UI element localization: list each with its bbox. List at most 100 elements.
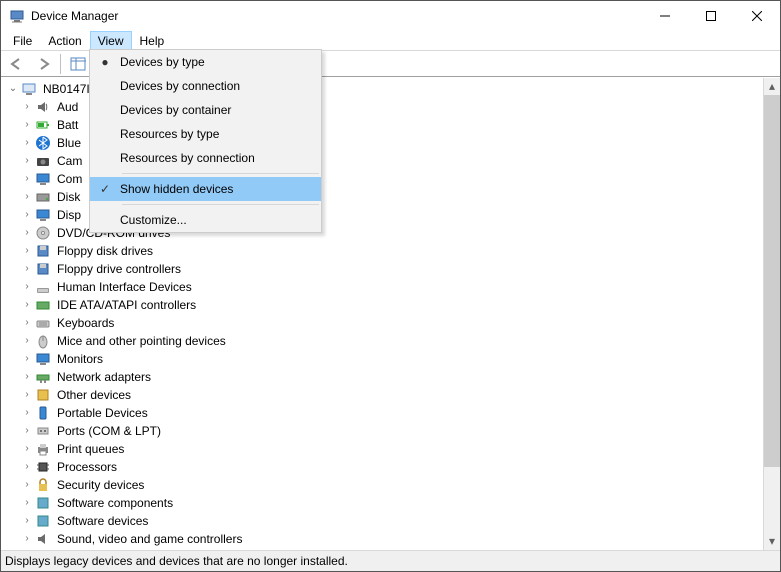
menu-help[interactable]: Help [132,31,173,50]
expander-icon[interactable]: › [19,101,35,112]
show-hide-tree-button[interactable] [66,53,90,75]
menu-resources-by-connection[interactable]: Resources by connection [90,146,321,170]
tree-item[interactable]: ›Software components [1,494,763,512]
close-button[interactable] [734,1,780,31]
expander-icon[interactable]: › [19,407,35,418]
tree-item-label: Print queues [55,442,126,456]
maximize-button[interactable] [688,1,734,31]
expander-icon[interactable]: › [19,299,35,310]
menu-item-label: Show hidden devices [120,182,233,196]
battery-icon [35,117,51,133]
expander-icon[interactable]: › [19,353,35,364]
expander-icon[interactable]: › [19,479,35,490]
tree-item[interactable]: › Processors [1,458,763,476]
tree-item-label: Disp [55,208,83,222]
minimize-button[interactable] [642,1,688,31]
menu-devices-by-connection[interactable]: Devices by connection [90,74,321,98]
expander-icon[interactable]: › [19,191,35,202]
tree-item[interactable]: › Floppy disk drives [1,242,763,260]
menu-show-hidden-devices[interactable]: ✓Show hidden devices [90,177,321,201]
menu-item-label: Devices by connection [120,79,240,93]
back-button[interactable] [5,53,29,75]
expander-icon[interactable]: › [19,209,35,220]
statusbar: Displays legacy devices and devices that… [1,550,780,571]
tree-item-label: Batt [55,118,80,132]
bluetooth-icon [35,135,51,151]
floppy-icon [35,243,51,259]
tree-item-label: Other devices [55,388,133,402]
tree-item-label: IDE ATA/ATAPI controllers [55,298,198,312]
menu-customize[interactable]: Customize... [90,208,321,232]
expander-icon[interactable]: › [19,389,35,400]
tree-item[interactable]: ›Software devices [1,512,763,530]
tree-item[interactable]: › Print queues [1,440,763,458]
display-icon [35,207,51,223]
tree-item-label: Floppy disk drives [55,244,155,258]
tree-item-label: Human Interface Devices [55,280,194,294]
menu-view[interactable]: View [90,31,132,50]
security-icon [35,477,51,493]
tree-item-label: Monitors [55,352,105,366]
expander-icon[interactable]: › [19,317,35,328]
menu-action[interactable]: Action [40,31,89,50]
forward-button[interactable] [31,53,55,75]
tree-item[interactable]: ›Portable Devices [1,404,763,422]
menu-resources-by-type[interactable]: Resources by type [90,122,321,146]
expander-icon[interactable]: › [19,227,35,238]
tree-item[interactable]: › Security devices [1,476,763,494]
expander-icon[interactable]: › [19,515,35,526]
scroll-down-button[interactable]: ▾ [764,533,780,550]
tree-item[interactable]: ›Ports (COM & LPT) [1,422,763,440]
vertical-scrollbar[interactable]: ▴ ▾ [763,78,780,550]
tree-item-label: Security devices [55,478,146,492]
scroll-track[interactable] [764,95,780,533]
expander-icon[interactable]: › [19,335,35,346]
expander-icon[interactable]: ⌄ [5,83,21,94]
scroll-thumb[interactable] [764,95,780,467]
expander-icon[interactable]: › [19,425,35,436]
expander-icon[interactable]: › [19,281,35,292]
tree-item-label: Cam [55,154,84,168]
tree-item[interactable]: ›Mice and other pointing devices [1,332,763,350]
camera-icon [35,153,51,169]
expander-icon[interactable]: › [19,461,35,472]
expander-icon[interactable]: › [19,371,35,382]
menu-devices-by-container[interactable]: Devices by container [90,98,321,122]
menubar: File Action View Help [1,31,780,50]
bullet-icon: ● [90,55,120,69]
floppy-controller-icon [35,261,51,277]
app-icon [9,8,25,24]
processor-icon [35,459,51,475]
tree-item[interactable]: ›Network adapters [1,368,763,386]
expander-icon[interactable]: › [19,533,35,544]
tree-item[interactable]: › Keyboards [1,314,763,332]
expander-icon[interactable]: › [19,137,35,148]
mouse-icon [35,333,51,349]
scroll-up-button[interactable]: ▴ [764,78,780,95]
tree-item[interactable]: ›Sound, video and game controllers [1,530,763,548]
expander-icon[interactable]: › [19,263,35,274]
tree-item[interactable]: › Monitors [1,350,763,368]
menu-item-label: Resources by type [120,127,219,141]
menu-item-label: Resources by connection [120,151,255,165]
keyboard-icon [35,315,51,331]
expander-icon[interactable]: › [19,173,35,184]
tree-item[interactable]: › IDE ATA/ATAPI controllers [1,296,763,314]
tree-item[interactable]: ›Floppy drive controllers [1,260,763,278]
hid-icon [35,279,51,295]
expander-icon[interactable]: › [19,443,35,454]
tree-item-label: Blue [55,136,83,150]
expander-icon[interactable]: › [19,245,35,256]
expander-icon[interactable]: › [19,497,35,508]
tree-item-label: Processors [55,460,119,474]
menu-item-label: Devices by container [120,103,231,117]
menu-devices-by-type[interactable]: ●Devices by type [90,50,321,74]
tree-item-label: Keyboards [55,316,116,330]
menu-item-label: Devices by type [120,55,205,69]
tree-item[interactable]: › Other devices [1,386,763,404]
expander-icon[interactable]: › [19,155,35,166]
menu-file[interactable]: File [5,31,40,50]
sound-icon [35,531,51,547]
tree-item[interactable]: › Human Interface Devices [1,278,763,296]
expander-icon[interactable]: › [19,119,35,130]
